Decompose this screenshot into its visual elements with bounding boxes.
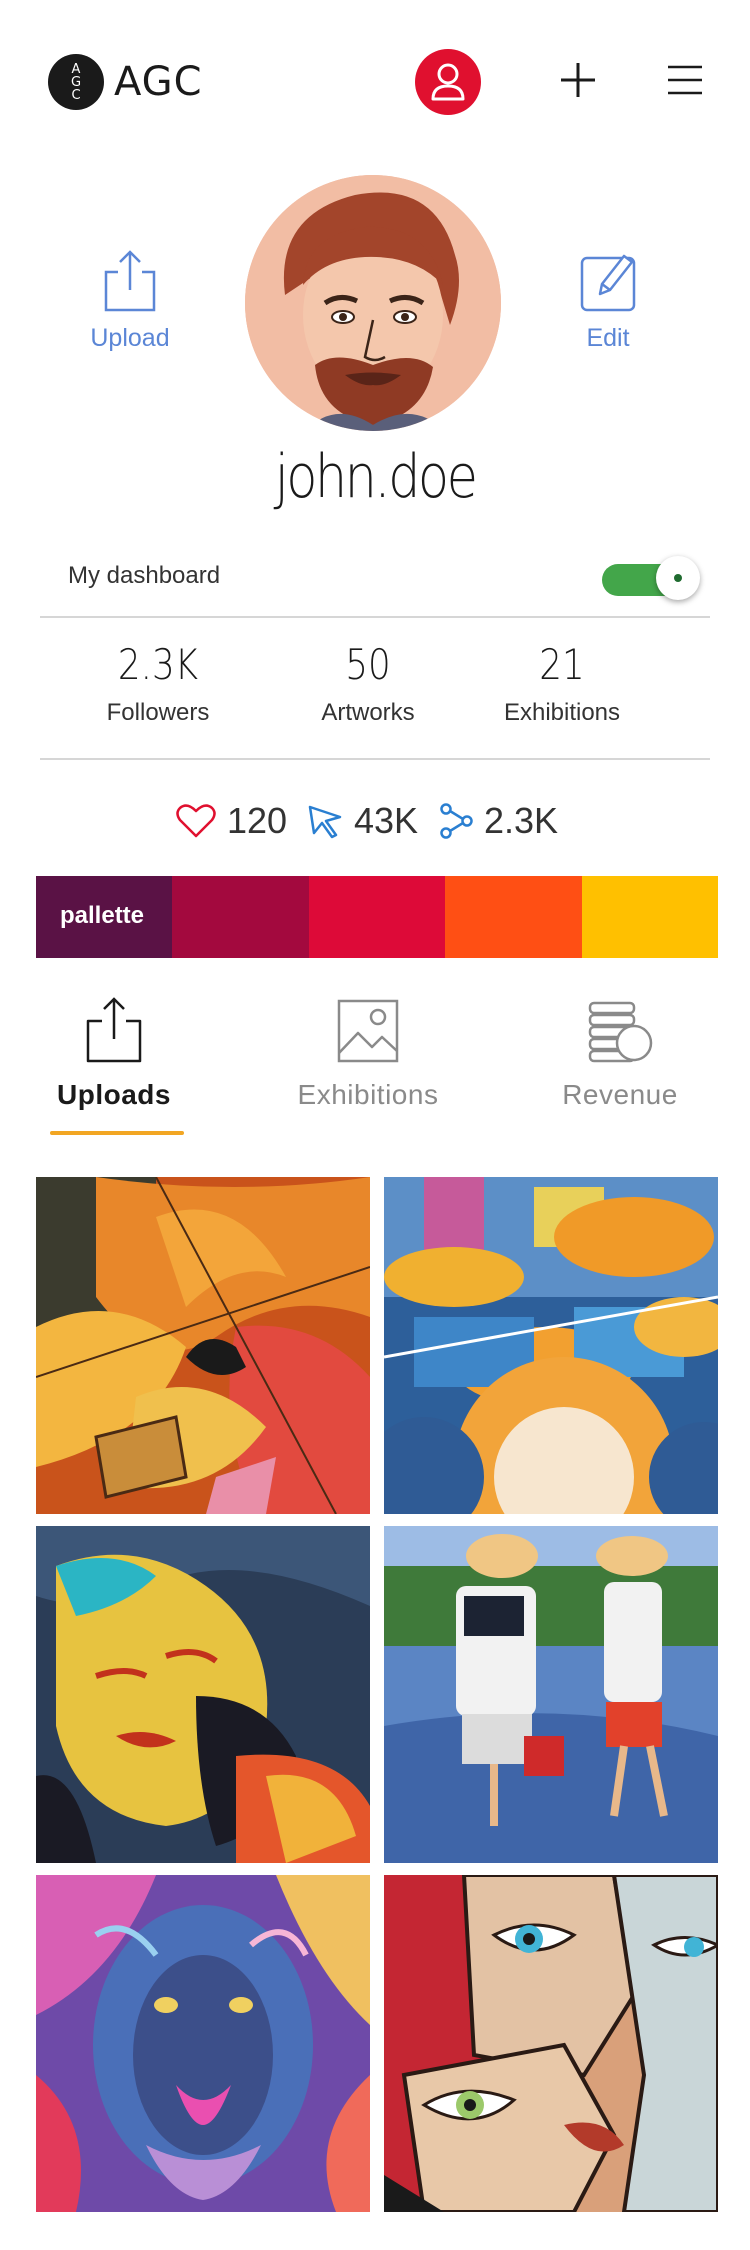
divider-bottom	[40, 758, 710, 760]
agc-logo[interactable]: A G C AGC	[48, 54, 203, 110]
upload-label: Upload	[90, 324, 170, 352]
shares-metric[interactable]: 2.3K	[438, 800, 558, 842]
profile-photo	[245, 175, 501, 431]
stat-label: Followers	[106, 699, 210, 726]
artwork-image-woman-portrait	[36, 1526, 370, 1863]
toggle-dot	[674, 574, 682, 582]
upload-action[interactable]: Upload	[70, 248, 190, 353]
palette-swatch-4[interactable]	[445, 876, 582, 958]
tab-exhibitions[interactable]: Exhibitions	[268, 995, 468, 1111]
palette-label: pallette	[60, 902, 145, 929]
user-icon	[431, 63, 465, 101]
tab-label: Exhibitions	[297, 1079, 439, 1110]
upload-icon	[104, 250, 156, 312]
add-icon[interactable]	[558, 60, 598, 100]
palette-swatch-3[interactable]	[308, 876, 446, 958]
stat-label: Artworks	[321, 699, 415, 726]
toggle-knob	[656, 556, 700, 600]
artwork-thumbnail[interactable]	[36, 1875, 370, 2212]
palette-swatch-2[interactable]	[172, 876, 309, 958]
logo-mark: A G C	[48, 54, 104, 110]
engagement-metrics: 120 43K 2.3K	[0, 800, 750, 842]
logo-text: AGC	[114, 59, 203, 105]
palette-swatch-1[interactable]: pallette	[36, 876, 173, 958]
dashboard-label: My dashboard	[68, 562, 221, 589]
divider-top	[40, 616, 710, 618]
active-tab-indicator	[50, 1131, 184, 1135]
upload-tray-icon	[86, 997, 142, 1063]
likes-count: 120	[227, 800, 288, 841]
edit-icon	[580, 254, 636, 312]
tab-revenue[interactable]: Revenue	[520, 995, 720, 1111]
app-header: A G C AGC	[0, 0, 750, 170]
artwork-image-drum-kit	[384, 1177, 718, 1514]
tab-label: Revenue	[562, 1079, 678, 1110]
stat-value: 2.3K	[117, 640, 199, 689]
heart-icon	[176, 804, 216, 838]
stat-followers[interactable]: 2.3K Followers	[58, 640, 258, 727]
tab-uploads[interactable]: Uploads	[14, 995, 214, 1111]
stats-row: 2.3K Followers 50 Artworks 21 Exhibition…	[0, 640, 750, 740]
dashboard-toggle-row: My dashboard	[68, 552, 700, 602]
color-palette: pallette	[36, 876, 719, 958]
logo-letter-c: C	[71, 87, 81, 103]
artwork-thumbnail[interactable]	[384, 1875, 718, 2212]
stat-artworks[interactable]: 50 Artworks	[268, 640, 468, 727]
share-nodes-icon	[440, 803, 473, 839]
artwork-image-colorful-lion	[36, 1875, 370, 2212]
tab-label: Uploads	[57, 1079, 171, 1110]
artwork-thumbnail[interactable]	[384, 1526, 718, 1863]
dashboard-toggle[interactable]	[602, 556, 700, 600]
stat-value: 21	[539, 640, 585, 689]
artwork-image-cubist-faces	[384, 1875, 718, 2212]
likes-metric[interactable]: 120	[175, 800, 287, 842]
views-count: 43K	[354, 800, 419, 841]
profile-button[interactable]	[415, 49, 481, 115]
artwork-image-abstract-orange	[36, 1177, 370, 1514]
coins-stack-icon	[588, 1001, 653, 1063]
image-gallery-icon	[337, 999, 399, 1063]
stat-value: 50	[345, 640, 391, 689]
logo-letter-g: G	[70, 74, 82, 90]
hamburger-menu-icon[interactable]	[666, 64, 704, 96]
artist-portrait-illustration	[245, 175, 501, 431]
artwork-image-children-beach	[384, 1526, 718, 1863]
logo-letter-a: A	[71, 61, 81, 77]
artwork-thumbnail[interactable]	[36, 1177, 370, 1514]
username: john.doe	[274, 442, 478, 512]
edit-action[interactable]: Edit	[548, 248, 668, 353]
edit-label: Edit	[586, 324, 630, 352]
stat-label: Exhibitions	[503, 699, 621, 726]
artwork-thumbnail[interactable]	[36, 1526, 370, 1863]
content-tabs: Uploads Exhibitions Revenue	[0, 995, 750, 1135]
artwork-thumbnail[interactable]	[384, 1177, 718, 1514]
shares-count: 2.3K	[484, 800, 559, 841]
palette-swatch-5[interactable]	[581, 876, 719, 958]
stat-exhibitions[interactable]: 21 Exhibitions	[462, 640, 662, 727]
cursor-arrow-icon	[308, 805, 342, 839]
views-metric[interactable]: 43K	[306, 800, 418, 842]
